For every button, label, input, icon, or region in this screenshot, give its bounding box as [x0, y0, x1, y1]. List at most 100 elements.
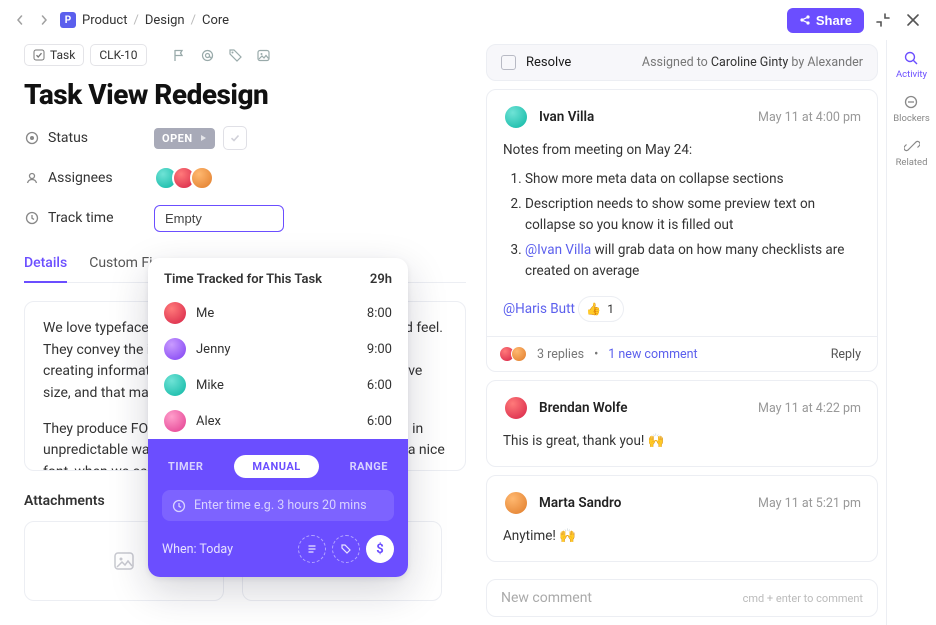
status-field-icon — [24, 130, 40, 146]
reply-count[interactable]: 3 replies — [537, 347, 584, 362]
comment-card: Ivan Villa May 11 at 4:00 pm Notes from … — [486, 89, 878, 372]
task-type-pill[interactable]: Task — [24, 44, 84, 66]
time-row-duration: 6:00 — [367, 414, 392, 429]
mention[interactable]: @Ivan Villa — [525, 242, 591, 258]
share-icon — [799, 14, 811, 26]
reply-button[interactable]: Reply — [831, 347, 861, 362]
blockers-icon — [903, 94, 919, 110]
new-comment-placeholder: New comment — [501, 590, 592, 606]
avatar — [164, 338, 186, 360]
task-id: CLK-10 — [99, 48, 137, 62]
assigned-to-text: Assigned to Caroline Ginty by Alexander — [642, 55, 863, 70]
comment-body: Notes from meeting on May 24: Show more … — [503, 140, 861, 322]
close-icon[interactable] — [902, 9, 924, 31]
note-icon[interactable] — [298, 535, 326, 563]
status-label: Status — [48, 130, 88, 146]
crumb-core[interactable]: Core — [202, 13, 229, 28]
time-field-icon — [24, 210, 40, 226]
mode-range[interactable]: RANGE — [350, 460, 388, 473]
rail-blockers[interactable]: Blockers — [893, 94, 930, 124]
comment-author[interactable]: Ivan Villa — [539, 109, 594, 125]
related-icon — [904, 138, 920, 154]
rail-activity[interactable]: Activity — [896, 50, 927, 80]
resolve-label: Resolve — [526, 55, 571, 70]
task-id-pill[interactable]: CLK-10 — [90, 44, 146, 66]
image-icon[interactable] — [253, 44, 275, 66]
share-button[interactable]: Share — [787, 8, 864, 33]
time-entry-placeholder: Enter time e.g. 3 hours 20 mins — [194, 498, 367, 513]
flag-icon[interactable] — [169, 44, 191, 66]
reaction-pill[interactable]: 👍 1 — [578, 296, 624, 323]
time-entry-input[interactable]: Enter time e.g. 3 hours 20 mins — [162, 490, 394, 521]
track-time-input[interactable] — [154, 205, 284, 232]
nav-back[interactable] — [12, 12, 28, 28]
when-label[interactable]: When: Today — [162, 542, 233, 557]
comment-author[interactable]: Brendan Wolfe — [539, 400, 628, 416]
comment-author[interactable]: Marta Sandro — [539, 495, 621, 511]
new-comment-hint: cmd + enter to comment — [743, 592, 863, 605]
comment-time: May 11 at 5:21 pm — [758, 496, 861, 511]
time-row[interactable]: Mike 6:00 — [148, 367, 408, 403]
time-row[interactable]: Alex 6:00 — [148, 403, 408, 439]
mode-timer[interactable]: TIMER — [168, 460, 203, 473]
billable-icon[interactable]: $ — [366, 535, 394, 563]
status-value: OPEN — [162, 132, 193, 145]
tag-icon[interactable] — [225, 44, 247, 66]
space-badge: P — [60, 12, 76, 28]
search-icon — [903, 50, 919, 66]
page-title: Task View Redesign — [24, 78, 466, 111]
comment-body: This is great, thank you! 🙌 — [503, 431, 861, 452]
resolve-checkbox[interactable] — [501, 55, 516, 70]
time-row[interactable]: Me 8:00 — [148, 295, 408, 331]
task-type-label: Task — [50, 48, 75, 62]
avatar — [503, 104, 529, 130]
crumb-product[interactable]: Product — [82, 13, 127, 28]
time-row-duration: 6:00 — [367, 378, 392, 393]
assignees-field-icon — [24, 170, 40, 186]
mention[interactable]: @Haris Butt — [503, 301, 575, 317]
minimize-icon[interactable] — [872, 9, 894, 31]
track-time-label: Track time — [48, 210, 114, 226]
task-check-icon — [33, 49, 45, 61]
new-comment-input[interactable]: New comment cmd + enter to comment — [486, 579, 878, 617]
popup-total: 29h — [370, 272, 392, 287]
avatar — [164, 374, 186, 396]
time-row-name: Me — [196, 306, 214, 321]
time-tracking-popup: Time Tracked for This Task 29h Me 8:00 Je… — [148, 258, 408, 577]
rail-label: Related — [896, 157, 928, 168]
popup-title: Time Tracked for This Task — [164, 272, 322, 287]
avatar — [164, 410, 186, 432]
time-row-name: Mike — [196, 378, 224, 393]
share-label: Share — [816, 13, 852, 28]
time-row-name: Alex — [196, 414, 221, 429]
tag-icon[interactable] — [332, 535, 360, 563]
time-row-duration: 9:00 — [367, 342, 392, 357]
comment-time: May 11 at 4:00 pm — [758, 110, 861, 125]
new-comment-count[interactable]: 1 new comment — [608, 347, 697, 362]
mention-icon[interactable] — [197, 44, 219, 66]
rail-related[interactable]: Related — [896, 138, 928, 168]
time-row[interactable]: Jenny9:00 — [148, 331, 408, 367]
avatar — [164, 302, 186, 324]
resolve-bar: Resolve Assigned to Caroline Ginty by Al… — [486, 44, 878, 81]
avatar — [503, 395, 529, 421]
rail-label: Activity — [896, 69, 927, 80]
comment-time: May 11 at 4:22 pm — [758, 401, 861, 416]
breadcrumb[interactable]: P Product/ Design/ Core — [60, 12, 229, 28]
image-placeholder-icon — [113, 550, 135, 572]
crumb-design[interactable]: Design — [145, 13, 185, 28]
mode-manual[interactable]: MANUAL — [234, 455, 318, 478]
rail-label: Blockers — [893, 113, 930, 124]
assignee-avatars[interactable] — [154, 166, 214, 190]
assignees-label: Assignees — [48, 170, 113, 186]
clock-icon — [172, 499, 186, 513]
comment-card: Marta Sandro May 11 at 5:21 pm Anytime! … — [486, 475, 878, 562]
tab-details[interactable]: Details — [24, 255, 67, 283]
reaction-count: 1 — [607, 300, 614, 319]
status-next-icon — [199, 134, 207, 142]
nav-forward[interactable] — [36, 12, 52, 28]
complete-checkbox[interactable] — [223, 126, 247, 150]
avatar[interactable] — [190, 166, 214, 190]
time-row-duration: 8:00 — [367, 306, 392, 321]
status-chip[interactable]: OPEN — [154, 128, 215, 149]
